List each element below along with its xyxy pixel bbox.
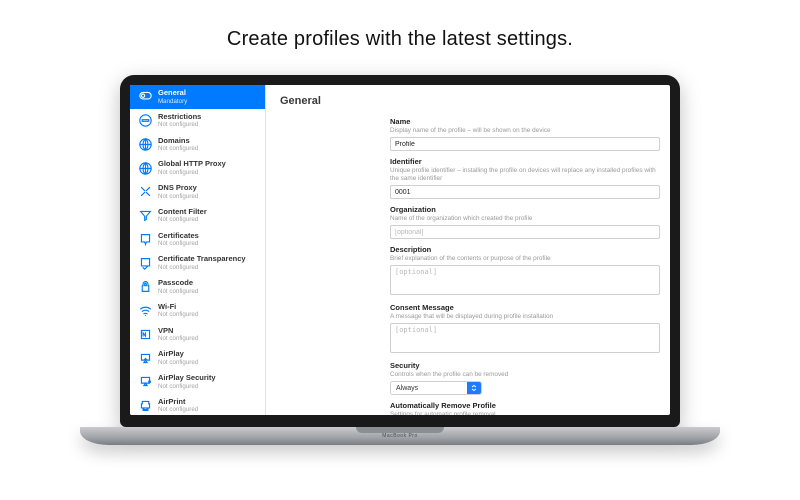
security-value: Always (391, 382, 467, 395)
sidebar: GeneralMandatoryRestrictionsNot configur… (130, 85, 266, 415)
organization-input[interactable] (390, 225, 660, 239)
autoremove-label: Automatically Remove Profile (390, 401, 660, 410)
sidebar-item-label: General (158, 89, 187, 98)
sidebar-item-restrictions[interactable]: RestrictionsNot configured (130, 109, 265, 133)
certificate-icon (138, 232, 152, 246)
sidebar-item-sub: Not configured (158, 335, 198, 342)
consent-input[interactable] (390, 323, 660, 353)
sidebar-item-label: VPN (158, 327, 198, 336)
sidebar-item-label: AirPrint (158, 398, 198, 407)
vpn-icon (138, 327, 152, 341)
description-label: Description (390, 245, 660, 254)
lock-icon (138, 280, 152, 294)
main-pane: General Name Display name of the profile… (266, 85, 670, 415)
sidebar-item-label: Content Filter (158, 208, 207, 217)
sidebar-item-sub: Not configured (158, 383, 216, 390)
main-title: General (280, 95, 656, 107)
sidebar-item-sub: Not configured (158, 264, 246, 271)
sidebar-item-content-filter[interactable]: Content FilterNot configured (130, 204, 265, 228)
globe-icon (138, 137, 152, 151)
sidebar-item-general[interactable]: GeneralMandatory (130, 85, 265, 109)
sidebar-item-sub: Not configured (158, 240, 199, 247)
toggle-icon (138, 90, 152, 104)
organization-help: Name of the organization which created t… (390, 215, 660, 223)
wifi-icon (138, 304, 152, 318)
app-window: GeneralMandatoryRestrictionsNot configur… (130, 85, 670, 415)
sidebar-item-certificate-transparency[interactable]: Certificate TransparencyNot configured (130, 251, 265, 275)
sidebar-item-sub: Not configured (158, 216, 207, 223)
globe-icon (138, 161, 152, 175)
laptop-mockup: GeneralMandatoryRestrictionsNot configur… (120, 75, 680, 445)
identifier-input[interactable] (390, 185, 660, 199)
sidebar-item-sub: Mandatory (158, 98, 187, 105)
sidebar-item-sub: Not configured (158, 169, 226, 176)
sidebar-item-domains[interactable]: DomainsNot configured (130, 133, 265, 157)
sidebar-item-airplay-security[interactable]: AirPlay SecurityNot configured (130, 370, 265, 394)
sidebar-item-sub: Not configured (158, 359, 198, 366)
printer-icon (138, 399, 152, 413)
sidebar-item-sub: Not configured (158, 311, 198, 318)
screen-bezel: GeneralMandatoryRestrictionsNot configur… (120, 75, 680, 427)
autoremove-help: Settings for automatic profile removal (390, 411, 660, 415)
name-label: Name (390, 117, 660, 126)
sidebar-item-label: AirPlay (158, 350, 198, 359)
sidebar-item-label: DNS Proxy (158, 184, 198, 193)
consent-label: Consent Message (390, 303, 660, 312)
sidebar-item-label: Domains (158, 137, 198, 146)
consent-help: A message that will be displayed during … (390, 313, 660, 321)
sidebar-item-label: Wi-Fi (158, 303, 198, 312)
sidebar-item-global-http-proxy[interactable]: Global HTTP ProxyNot configured (130, 156, 265, 180)
sidebar-item-certificates[interactable]: CertificatesNot configured (130, 228, 265, 252)
sidebar-item-label: Certificate Transparency (158, 255, 246, 264)
sidebar-item-dns-proxy[interactable]: DNS ProxyNot configured (130, 180, 265, 204)
security-select[interactable]: Always (390, 381, 482, 395)
sidebar-item-label: Global HTTP Proxy (158, 160, 226, 169)
organization-label: Organization (390, 205, 660, 214)
airplay-lock-icon (138, 375, 152, 389)
sidebar-item-passcode[interactable]: PasscodeNot configured (130, 275, 265, 299)
cert-check-icon (138, 256, 152, 270)
description-input[interactable] (390, 265, 660, 295)
sidebar-item-sub: Not configured (158, 406, 198, 413)
sidebar-item-sub: Not configured (158, 288, 198, 295)
sidebar-item-vpn[interactable]: VPNNot configured (130, 323, 265, 347)
name-help: Display name of the profile – will be sh… (390, 127, 660, 135)
name-input[interactable] (390, 137, 660, 151)
security-help: Controls when the profile can be removed (390, 371, 660, 379)
laptop-base: MacBook Pro (80, 427, 720, 445)
sidebar-item-sub: Not configured (158, 121, 201, 128)
identifier-help: Unique profile identifier – installing t… (390, 167, 660, 183)
sidebar-item-label: Restrictions (158, 113, 201, 122)
sidebar-item-airplay[interactable]: AirPlayNot configured (130, 346, 265, 370)
airplay-icon (138, 351, 152, 365)
sidebar-item-label: Passcode (158, 279, 198, 288)
laptop-label: MacBook Pro (382, 433, 418, 439)
sidebar-item-sub: Not configured (158, 145, 198, 152)
general-form: Name Display name of the profile – will … (390, 117, 660, 415)
hero-headline: Create profiles with the latest settings… (0, 0, 800, 75)
security-label: Security (390, 361, 660, 370)
sidebar-item-airprint[interactable]: AirPrintNot configured (130, 394, 265, 415)
chevron-updown-icon (467, 382, 481, 394)
sidebar-item-sub: Not configured (158, 193, 198, 200)
identifier-label: Identifier (390, 157, 660, 166)
filter-icon (138, 209, 152, 223)
no-entry-icon (138, 114, 152, 128)
sidebar-item-label: Certificates (158, 232, 199, 241)
description-help: Brief explanation of the contents or pur… (390, 255, 660, 263)
wrench-cross-icon (138, 185, 152, 199)
sidebar-item-label: AirPlay Security (158, 374, 216, 383)
sidebar-item-wi-fi[interactable]: Wi-FiNot configured (130, 299, 265, 323)
